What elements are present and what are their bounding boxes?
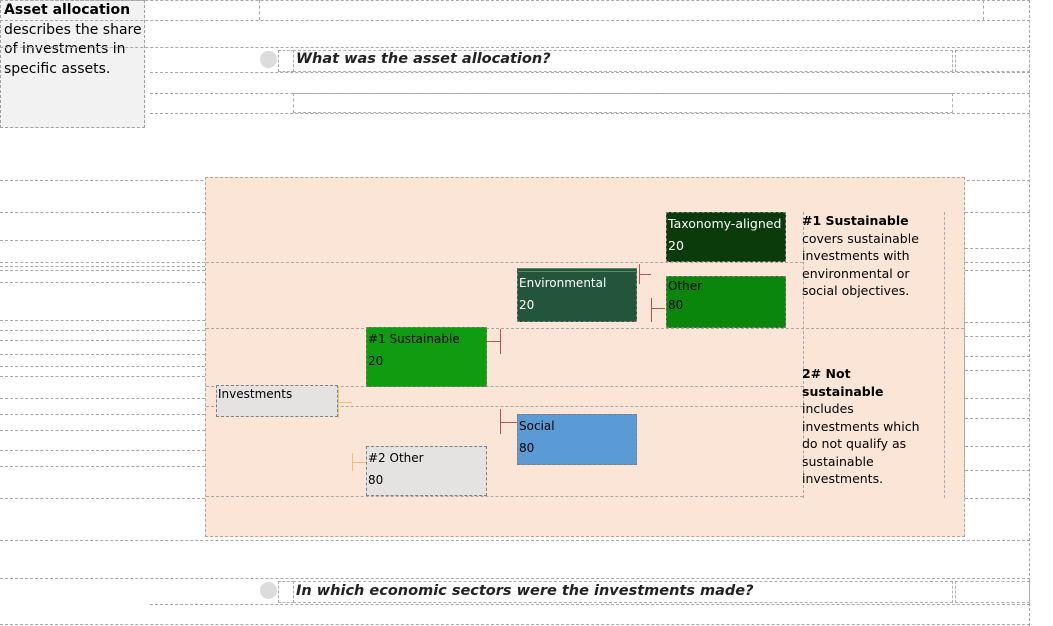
environmental-other-label: Other	[668, 279, 703, 293]
taxonomy-aligned-node: Taxonomy-aligned 20	[666, 212, 786, 262]
sustainable-node: #1 Sustainable 20	[366, 327, 487, 387]
investments-label: Investments	[218, 387, 293, 401]
legend-not-sustainable-text: includes investments which do not qualif…	[802, 401, 920, 486]
social-node: Social 80	[517, 414, 637, 465]
question-bullet-icon	[260, 51, 277, 68]
legend-sustainable-text: covers sustainable investments with envi…	[802, 230, 919, 299]
other-label: #2 Other	[368, 451, 424, 465]
investments-node: Investments	[216, 385, 338, 417]
question-bullet-icon	[260, 582, 277, 599]
social-label: Social	[519, 419, 555, 433]
question-checkbox[interactable]	[278, 50, 294, 72]
environmental-other-node: Other 80	[666, 276, 786, 328]
asset-allocation-diagram: Investments #1 Sustainable 20 #2 Other 8…	[205, 177, 965, 537]
environmental-node: Environmental 20	[517, 268, 637, 322]
other-value: 80	[368, 473, 384, 487]
taxonomy-aligned-label: Taxonomy-aligned	[668, 216, 782, 231]
sustainable-label: #1 Sustainable	[368, 332, 460, 346]
question-checkbox[interactable]	[278, 581, 294, 603]
legend-sustainable-title: #1 Sustainable	[802, 213, 909, 228]
legend-not-sustainable-title: 2# Not sustainable	[802, 366, 884, 399]
other-node: #2 Other 80	[366, 446, 487, 496]
definition-term: Asset allocation	[4, 2, 131, 18]
question-sectors: In which economic sectors were the inves…	[296, 583, 754, 599]
sustainable-value: 20	[368, 354, 384, 368]
legend-sustainable: #1 Sustainable covers sustainable invest…	[802, 212, 932, 300]
question-asset-allocation: What was the asset allocation?	[296, 51, 551, 67]
taxonomy-aligned-value: 20	[668, 238, 684, 253]
environmental-value: 20	[519, 298, 535, 312]
social-value: 80	[519, 441, 535, 455]
legend-not-sustainable: 2# Not sustainable includes investments …	[802, 365, 932, 488]
environmental-other-value: 80	[668, 298, 684, 312]
definition-text: describes the share of investments in sp…	[4, 21, 142, 77]
environmental-label: Environmental	[519, 276, 607, 290]
